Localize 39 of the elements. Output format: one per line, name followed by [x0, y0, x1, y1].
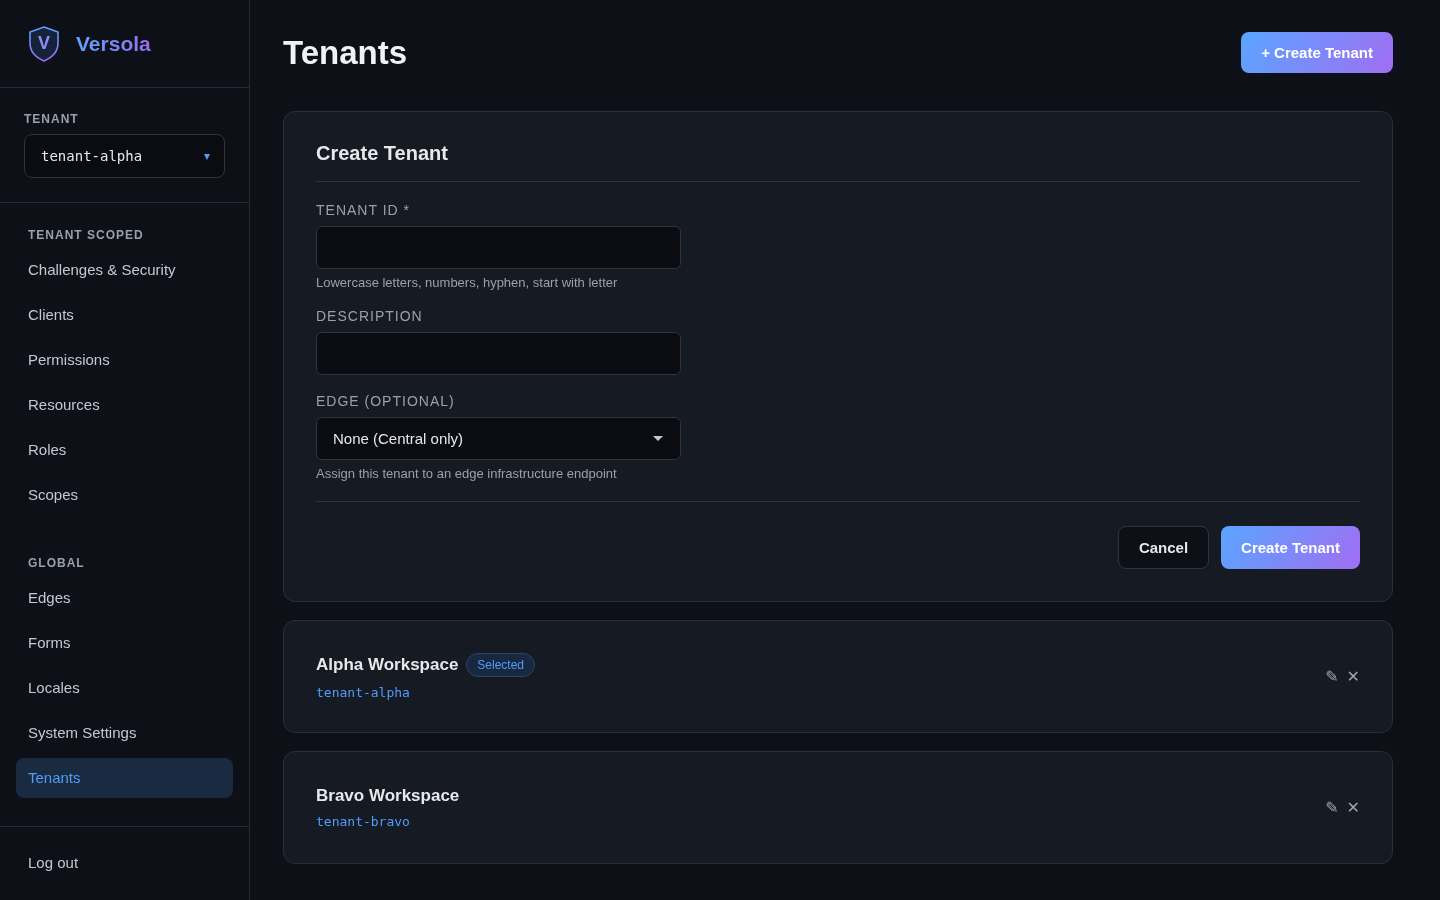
nav-item[interactable]: Challenges & Security — [16, 250, 233, 290]
edit-button[interactable]: ✎ — [1325, 798, 1339, 817]
edit-button[interactable]: ✎ — [1325, 667, 1339, 686]
nav-section-title: GLOBAL — [27, 555, 86, 572]
page-title: Tenants — [283, 33, 408, 72]
nav-item[interactable]: Locales — [16, 668, 233, 708]
field-label: EDGE (OPTIONAL) — [316, 393, 456, 409]
tenant-select[interactable]: tenant-alpha ▾ — [24, 134, 225, 178]
form-title: Create Tenant — [316, 142, 449, 165]
field-hint: Assign this tenant to an edge infrastructure endpoint — [316, 466, 618, 481]
nav-item[interactable]: Edges — [16, 578, 233, 618]
nav-item[interactable]: Forms — [16, 623, 233, 663]
nav-item[interactable]: Tenants — [16, 758, 233, 798]
logo-letter: V — [38, 33, 50, 54]
input-field[interactable] — [316, 332, 681, 375]
shield-logo-icon — [28, 25, 60, 62]
delete-button[interactable]: ✕ — [1346, 798, 1360, 817]
nav-item[interactable]: Roles — [16, 430, 233, 470]
nav-item[interactable]: System Settings — [16, 713, 233, 753]
tenant-id: tenant-bravo — [316, 814, 410, 829]
nav-item[interactable]: Clients — [16, 295, 233, 335]
tenant-id: tenant-alpha — [316, 685, 410, 700]
logout-link[interactable]: Log out — [28, 854, 79, 871]
edge-select[interactable]: None (Central only) — [316, 417, 681, 460]
delete-button[interactable]: ✕ — [1346, 667, 1360, 686]
nav-item[interactable]: Resources — [16, 385, 233, 425]
selected-badge: Selected — [466, 653, 536, 677]
field-hint: Lowercase letters, numbers, hyphen, start with letter — [316, 275, 619, 290]
input-field[interactable] — [316, 226, 681, 269]
cancel-button[interactable]: Cancel — [1117, 526, 1210, 569]
tenant-name: Bravo Workspace — [316, 786, 460, 806]
tenant-label: TENANT — [24, 112, 80, 126]
field-label: DESCRIPTION — [316, 308, 424, 324]
tenant-name: Alpha Workspace — [316, 655, 459, 675]
nav-item[interactable]: Scopes — [16, 475, 233, 515]
nav-section-title: TENANT SCOPED — [27, 227, 145, 244]
nav-item[interactable]: Permissions — [16, 340, 233, 380]
dropdown-caret-icon — [652, 434, 664, 443]
field-label: TENANT ID * — [316, 202, 411, 218]
